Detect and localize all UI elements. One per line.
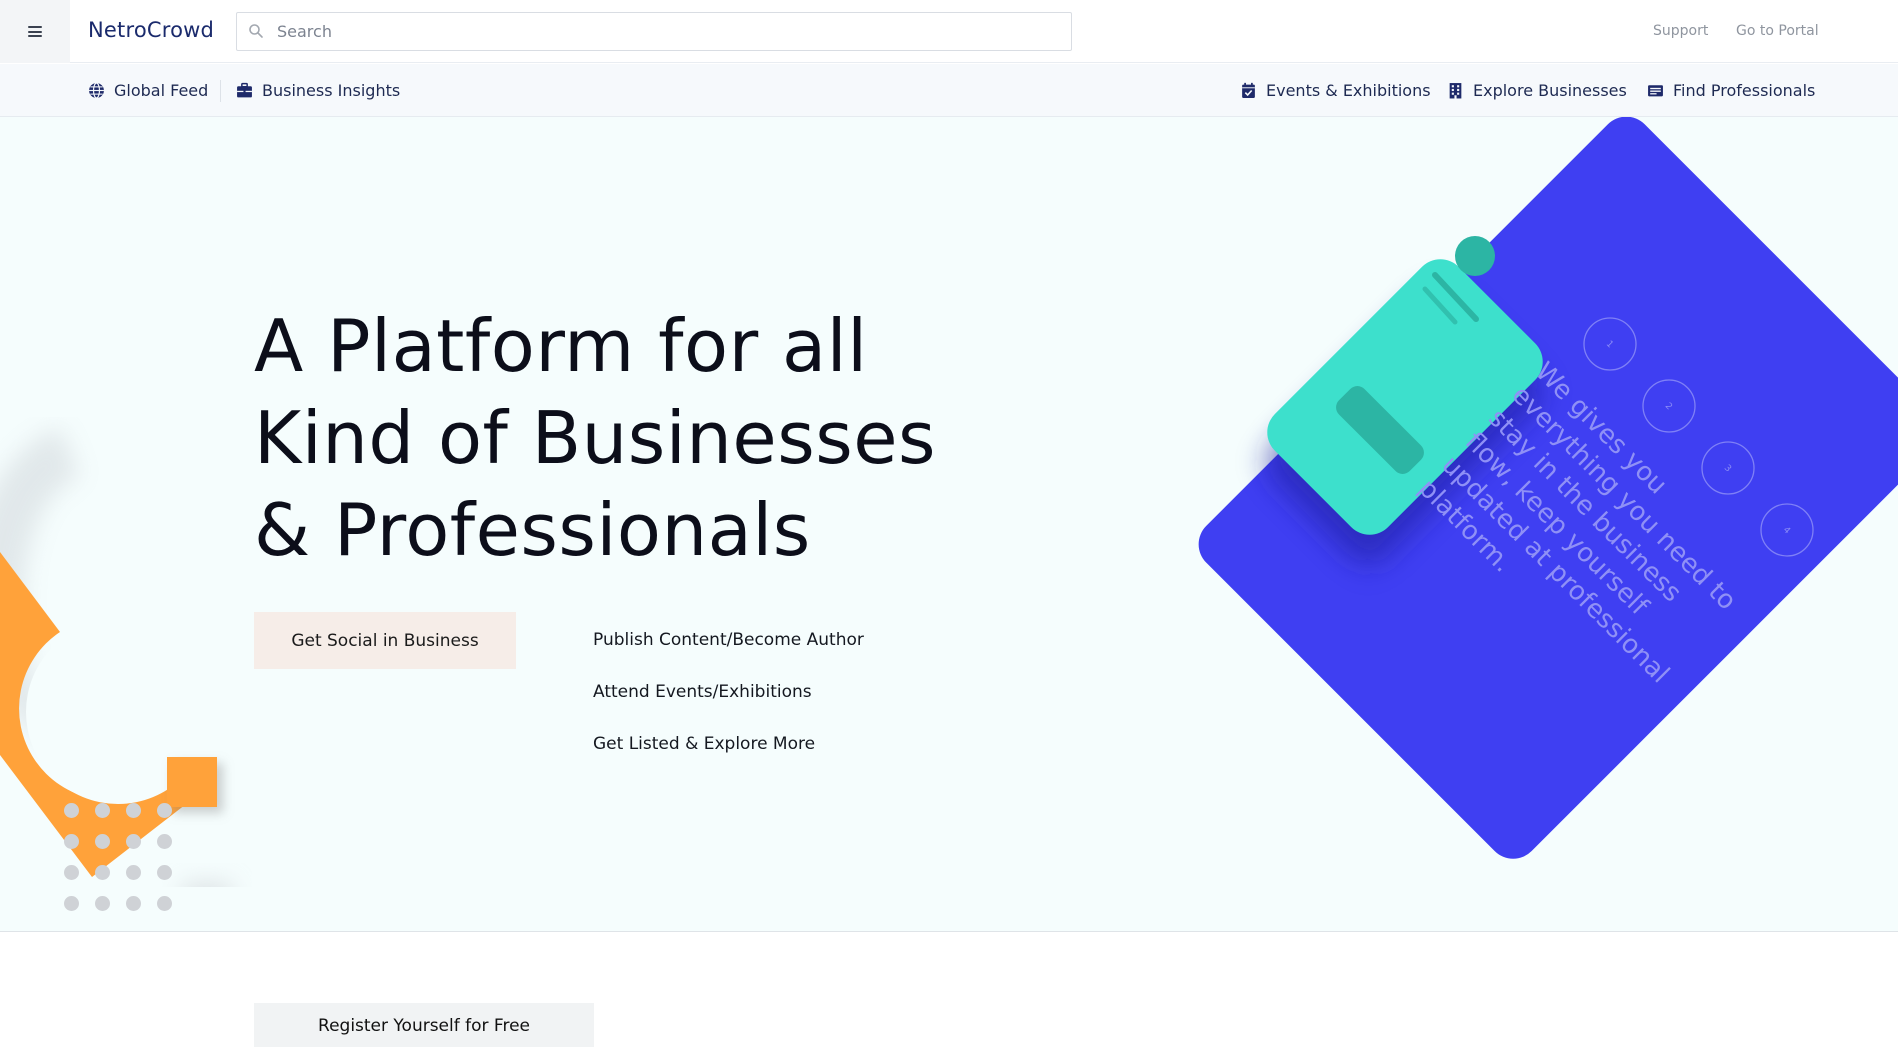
- register-button[interactable]: Register Yourself for Free: [254, 1003, 594, 1047]
- nav-label: Business Insights: [262, 81, 401, 100]
- support-link[interactable]: Support: [1653, 23, 1708, 39]
- nav-label: Global Feed: [114, 81, 209, 100]
- building-icon: [1449, 83, 1462, 99]
- top-bar: NetroCrowd Support Go to Portal: [0, 0, 1898, 63]
- nav-business-insights[interactable]: Business Insights: [236, 81, 400, 100]
- nav-label: Events & Exhibitions: [1266, 81, 1431, 100]
- feature-publish-content[interactable]: Publish Content/Become Author: [593, 630, 864, 650]
- get-social-button[interactable]: Get Social in Business: [254, 612, 516, 669]
- hero-illustration: 1 2 3 4 We gives you everything you need…: [1198, 117, 1898, 859]
- nav-divider: [220, 80, 221, 102]
- feature-attend-events[interactable]: Attend Events/Exhibitions: [593, 682, 812, 702]
- hamburger-icon: [28, 26, 42, 37]
- search-input[interactable]: [277, 13, 1057, 50]
- search-icon: [249, 24, 263, 38]
- hero-title-line: A Platform for all: [254, 304, 868, 388]
- id-card-icon: [1648, 85, 1663, 97]
- search-box[interactable]: [236, 12, 1072, 51]
- nav-global-feed[interactable]: Global Feed: [88, 81, 208, 100]
- hero-title-line: & Professionals: [254, 488, 811, 572]
- calendar-check-icon: [1242, 82, 1255, 98]
- nav-label: Find Professionals: [1673, 81, 1816, 100]
- brand-logo[interactable]: NetroCrowd: [88, 18, 214, 42]
- globe-icon: [89, 82, 104, 99]
- main-nav: Global Feed Business Insights Events & E…: [0, 64, 1898, 117]
- nav-events-exhibitions[interactable]: Events & Exhibitions: [1240, 81, 1431, 100]
- nav-label: Explore Businesses: [1473, 81, 1627, 100]
- feature-get-listed[interactable]: Get Listed & Explore More: [593, 734, 815, 754]
- go-to-portal-link[interactable]: Go to Portal: [1736, 23, 1819, 39]
- hamburger-menu-button[interactable]: [0, 0, 70, 63]
- nav-find-professionals[interactable]: Find Professionals: [1647, 81, 1815, 100]
- hero-title-line: Kind of Businesses: [254, 396, 937, 480]
- hero-section: A Platform for all Kind of Businesses & …: [0, 117, 1898, 932]
- hero-title: A Platform for all Kind of Businesses & …: [254, 300, 936, 576]
- orange-square-decoration: [167, 757, 217, 807]
- nav-explore-businesses[interactable]: Explore Businesses: [1447, 81, 1627, 100]
- briefcase-icon: [237, 82, 252, 98]
